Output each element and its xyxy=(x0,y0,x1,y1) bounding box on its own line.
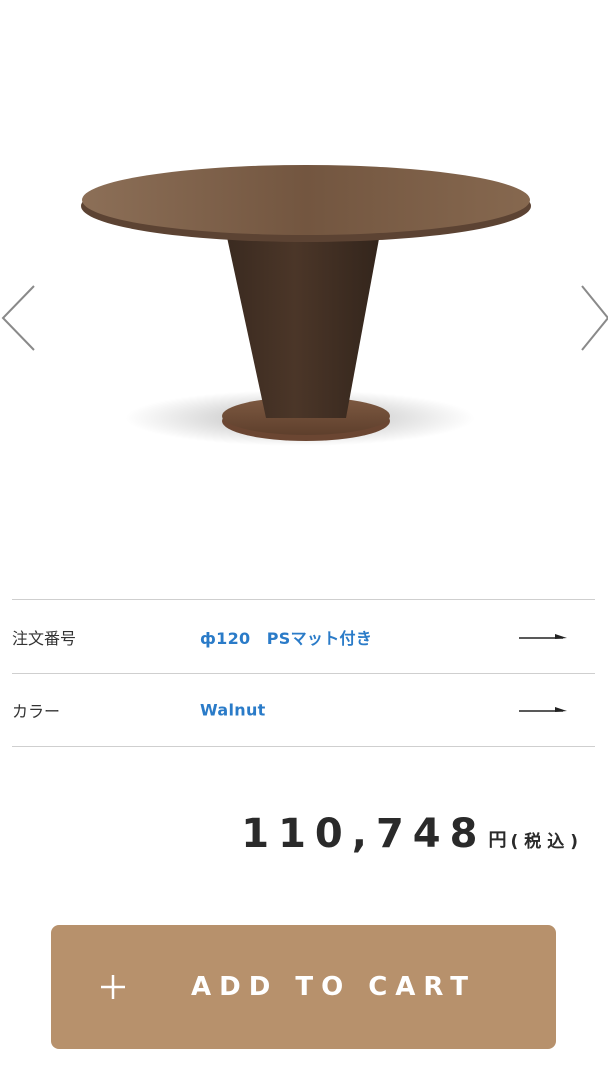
option-value: ф120 PSマット付き xyxy=(200,628,373,648)
option-row-order-number[interactable]: 注文番号 ф120 PSマット付き xyxy=(12,599,595,673)
gallery-next-button[interactable] xyxy=(576,284,608,354)
arrow-right-icon xyxy=(519,633,567,639)
price: 110,748 円 (税込) xyxy=(241,812,584,856)
price-tax-note: (税込) xyxy=(510,832,584,852)
add-to-cart-label: ADD TO CART xyxy=(191,972,477,1002)
product-image xyxy=(81,165,531,446)
price-unit: 円 xyxy=(488,830,507,851)
plus-icon xyxy=(101,975,125,999)
option-label: カラー xyxy=(12,702,61,721)
option-row-color[interactable]: カラー Walnut xyxy=(12,673,595,747)
gallery-prev-button[interactable] xyxy=(0,284,40,354)
add-to-cart-button[interactable]: ADD TO CART xyxy=(51,925,556,1049)
chevron-right-icon xyxy=(581,285,608,351)
option-label: 注文番号 xyxy=(12,628,77,648)
product-gallery xyxy=(0,0,608,560)
chevron-left-icon xyxy=(1,285,35,351)
arrow-right-icon xyxy=(519,707,567,712)
price-amount: 110,748 xyxy=(241,811,487,857)
product-options: 注文番号 ф120 PSマット付き カラー Walnut xyxy=(12,599,595,747)
option-value: Walnut xyxy=(200,700,266,720)
